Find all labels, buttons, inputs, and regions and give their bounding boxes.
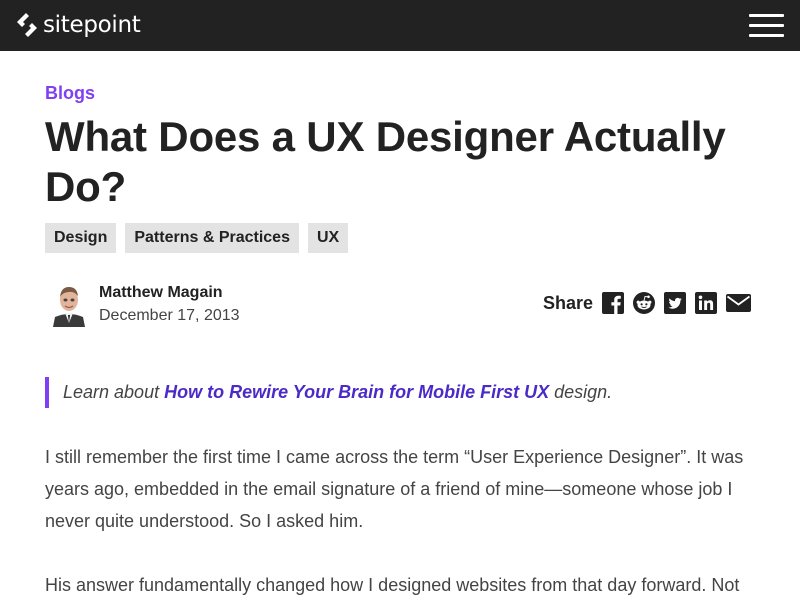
callout-intro: Learn about (63, 382, 160, 402)
share-bar: Share (543, 292, 752, 314)
linkedin-icon[interactable] (695, 292, 718, 314)
tag-design[interactable]: Design (45, 223, 117, 253)
sitepoint-logo[interactable]: sitepoint (15, 11, 141, 39)
article-title: What Does a UX Designer Actually Do? (45, 113, 726, 210)
post-date: December 17, 2013 (99, 307, 240, 324)
reddit-icon[interactable] (633, 292, 656, 314)
callout-outro: design. (554, 382, 613, 402)
author-photo (51, 283, 87, 327)
hamburger-menu-icon[interactable] (749, 14, 784, 38)
tag-patterns-practices[interactable]: Patterns & Practices (125, 223, 299, 253)
callout-link[interactable]: How to Rewire Your Brain for Mobile Firs… (164, 382, 549, 403)
share-label: Share (543, 292, 594, 313)
email-icon[interactable] (726, 292, 752, 314)
tag-ux[interactable]: UX (307, 223, 349, 253)
author-avatar[interactable] (51, 283, 87, 327)
site-header: sitepoint (0, 0, 800, 51)
author-name[interactable]: Matthew Magain (99, 284, 223, 302)
category-link[interactable]: Blogs (45, 83, 95, 104)
related-callout: Learn about How to Rewire Your Brain for… (45, 377, 612, 408)
article-paragraph: I still remember the first time I came a… (45, 447, 744, 531)
logo-text: sitepoint (43, 12, 141, 38)
article-paragraph: His answer fundamentally changed how I d… (45, 575, 740, 595)
tag-list: Design Patterns & Practices UX (45, 223, 357, 253)
facebook-icon[interactable] (602, 292, 625, 314)
twitter-icon[interactable] (664, 292, 687, 314)
sitepoint-logo-icon (17, 13, 37, 37)
